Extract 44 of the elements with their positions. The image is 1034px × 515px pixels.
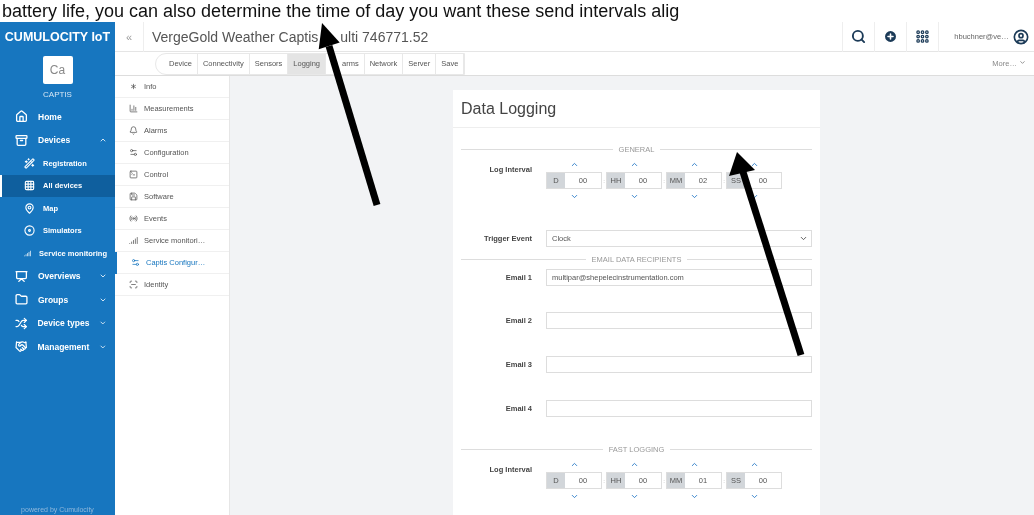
menu-icon xyxy=(15,110,28,124)
email-field[interactable] xyxy=(546,355,812,373)
menu-icon xyxy=(15,133,28,147)
nav-icon xyxy=(129,214,138,223)
sidebar-item[interactable]: Overviews xyxy=(0,264,115,288)
brand-logo: CUMULOCITY IoT xyxy=(3,29,112,46)
menu-icon xyxy=(15,340,28,354)
sidebar-item[interactable]: Device types xyxy=(0,311,115,335)
caret-icon xyxy=(1019,59,1026,66)
menu-icon xyxy=(24,157,35,169)
chevron-down-icon xyxy=(99,342,107,351)
menu-icon xyxy=(24,202,35,214)
nav-icon xyxy=(131,258,140,267)
user-icon xyxy=(1012,28,1029,45)
grid-icon xyxy=(915,29,930,44)
sidebar-item[interactable]: Management xyxy=(0,335,115,359)
search-icon xyxy=(851,29,866,44)
plus-icon xyxy=(883,29,898,44)
nav-icon xyxy=(129,126,138,135)
menu-icon xyxy=(24,225,35,237)
tenant-name: CAPTIS xyxy=(42,89,73,101)
nav-icon xyxy=(129,236,138,245)
page-title: ulti 746771.52 xyxy=(340,28,429,45)
sidebar-item[interactable]: Home xyxy=(0,105,115,129)
nav-icon xyxy=(129,82,138,91)
email-field[interactable] xyxy=(546,311,812,329)
nav-icon xyxy=(129,148,138,157)
menu-icon xyxy=(15,316,28,330)
caption-text: battery life, you can also determine the time of day you want these send intervals alig xyxy=(1,0,681,22)
sidebar-item[interactable]: Devices xyxy=(0,128,115,152)
nav-icon xyxy=(129,192,138,201)
nav-icon xyxy=(129,170,138,179)
nav-icon xyxy=(129,104,138,113)
menu-icon xyxy=(24,180,35,192)
menu-icon xyxy=(15,293,28,307)
sidebar-item[interactable]: Groups xyxy=(0,288,115,312)
card-title: Data Logging xyxy=(453,90,820,128)
chevron-up-icon[interactable] xyxy=(749,160,759,169)
nav-icon xyxy=(129,280,138,289)
page-title: VergeGold Weather Captis xyxy=(152,28,319,45)
tenant-logo: Ca xyxy=(42,56,73,84)
menu-icon xyxy=(15,269,28,283)
email-field[interactable] xyxy=(546,399,812,417)
menu-icon xyxy=(24,247,32,259)
